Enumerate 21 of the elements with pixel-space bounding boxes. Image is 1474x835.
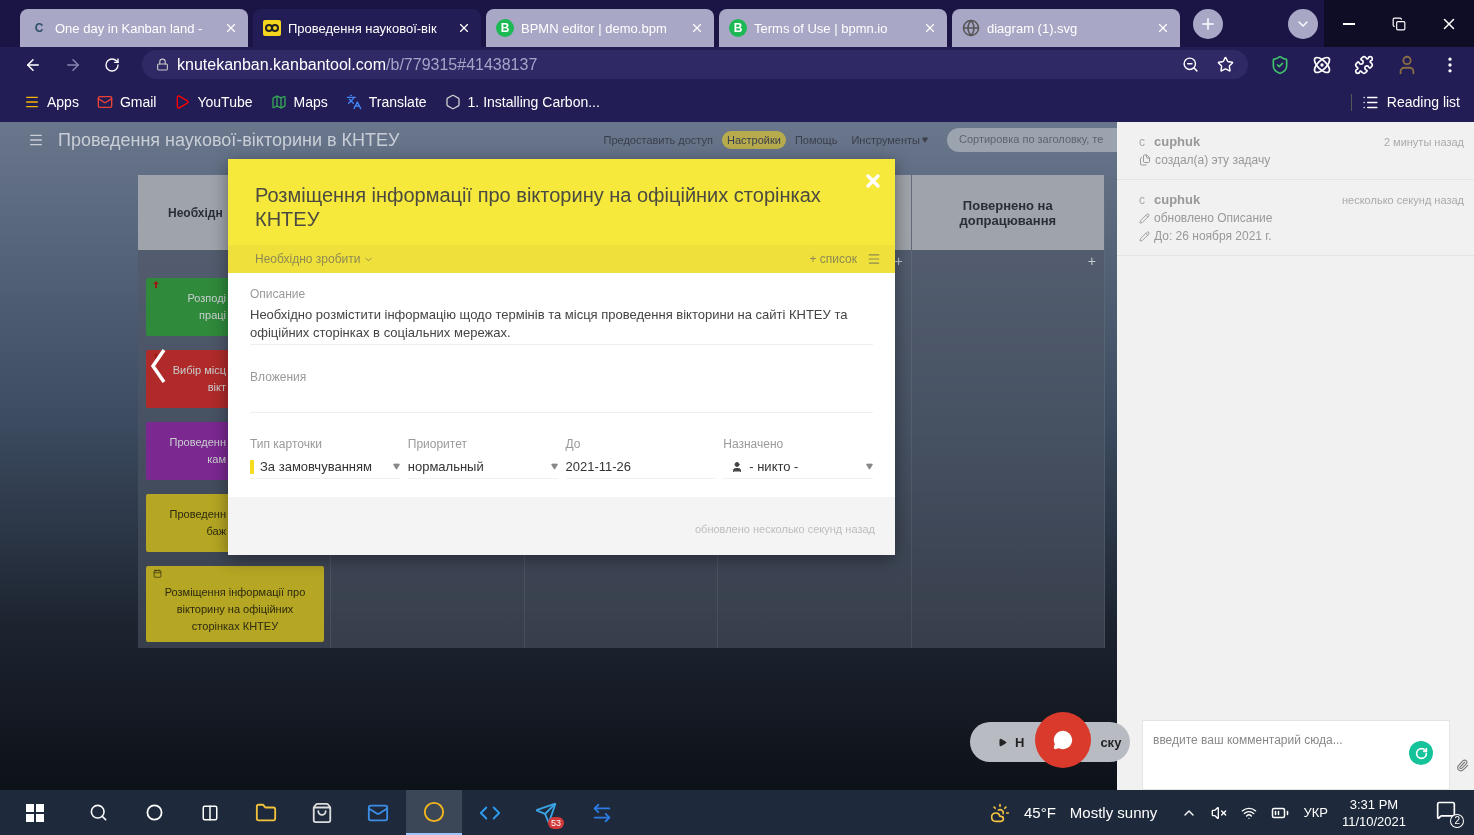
activity-time: несколько секунд назад	[1342, 193, 1464, 206]
unread-badge: 53	[548, 817, 564, 829]
field-label: Приоритет	[407, 437, 468, 451]
field-label: Вложения	[250, 370, 307, 384]
tab-favicon-icon: B	[729, 19, 747, 37]
user-initial: c	[1139, 192, 1145, 207]
activity-text: До: 26 ноября 2021 г.	[1139, 229, 1464, 243]
activity-text: создал(а) эту задачу	[1139, 153, 1464, 167]
field-label: Тип карточки	[250, 437, 323, 451]
tab-favicon-icon: B	[496, 19, 514, 37]
activity-time: 2 минуты назад	[1383, 135, 1464, 148]
user-name: cuphuk	[1154, 192, 1201, 207]
column-header: Повернено на допрацювання	[911, 175, 1104, 250]
board-title: Проведення наукової-вікторини в КНТЕУ	[58, 129, 400, 151]
activity-text: обновлено Описание	[1139, 211, 1464, 225]
user-initial: c	[1139, 134, 1145, 149]
field-label: Назначено	[723, 437, 785, 451]
tab-favicon-icon: C	[30, 19, 48, 37]
field-label: До	[565, 437, 582, 451]
field-label: Описание	[250, 287, 307, 301]
user-name: cuphuk	[1154, 134, 1201, 149]
